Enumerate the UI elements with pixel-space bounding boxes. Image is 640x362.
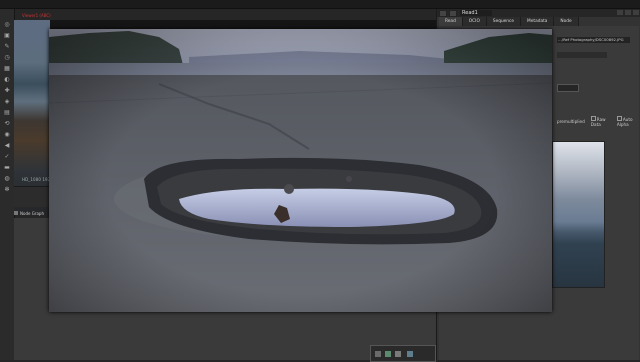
help-icon[interactable] (617, 10, 623, 15)
colorspace-dropdown[interactable] (557, 84, 579, 92)
tab-sequence[interactable]: Sequence (486, 17, 522, 26)
keyer-icon[interactable]: ◈ (3, 98, 11, 105)
minimap-node (385, 351, 391, 357)
channel-icon[interactable]: ▦ (3, 65, 11, 72)
other-icon[interactable]: ◍ (3, 175, 11, 182)
node-graph-minimap[interactable] (370, 345, 436, 362)
pothole-photo (49, 29, 552, 312)
checkbox-box (616, 116, 622, 121)
premultiplied-label: premultiplied (557, 119, 585, 124)
metadata-icon[interactable]: ✓ (3, 153, 11, 160)
premultiplied-checkbox[interactable]: premultiplied (557, 119, 585, 124)
node-toolbar: ◎ ▣ ✎ ◷ ▦ ◐ ✚ ◈ ▤ ⟲ ◉ ◀ ✓ ▬ ◍ ✻ (0, 9, 15, 360)
image-icon[interactable]: ▣ (3, 32, 11, 39)
checkbox-row: premultiplied Raw Data Auto Alpha (557, 116, 639, 127)
menu-bar (0, 0, 640, 9)
minimap-node (395, 351, 401, 357)
particles-icon[interactable]: ✻ (3, 186, 11, 193)
tab-ocio[interactable]: OCIO (462, 17, 487, 26)
field[interactable] (557, 52, 607, 58)
properties-tabs: Read OCIO Sequence Metadata Node (439, 17, 579, 26)
viewer-icon[interactable]: ◀ (3, 142, 11, 149)
viewer-controls[interactable] (14, 186, 50, 207)
viewer-title: Viewer1 (ABC) (22, 13, 51, 18)
tab-icon (14, 211, 18, 215)
checkbox-box (590, 116, 596, 121)
float-icon[interactable] (625, 10, 631, 15)
properties-header: Read1 (437, 9, 640, 17)
thumbnail-preview (552, 141, 605, 288)
raw-data-checkbox[interactable]: Raw Data (590, 116, 611, 127)
node-graph-tab[interactable]: Node Graph (14, 209, 54, 217)
tab-node[interactable]: Node (554, 17, 579, 26)
toolset-icon[interactable]: ▬ (3, 164, 11, 171)
node-graph-tab-label: Node Graph (20, 210, 44, 216)
close-icon[interactable] (633, 10, 639, 15)
auto-alpha-checkbox[interactable]: Auto Alpha (616, 116, 639, 127)
minimap-node (407, 351, 413, 357)
color-icon[interactable]: ◐ (3, 76, 11, 83)
draw-icon[interactable]: ✎ (3, 43, 11, 50)
photo-window (49, 29, 552, 312)
merge-icon[interactable]: ▤ (3, 109, 11, 116)
node-icon (449, 9, 457, 17)
tab-read[interactable]: Read (439, 17, 463, 26)
file-path-field[interactable]: …/Ref Photography/DSC00892.JPG (557, 37, 630, 43)
filter-icon[interactable]: ✚ (3, 87, 11, 94)
3d-icon[interactable]: ◉ (3, 131, 11, 138)
transform-icon[interactable]: ⟲ (3, 120, 11, 127)
minimap-node (375, 351, 381, 357)
node-color-button[interactable] (439, 9, 447, 17)
node-name-field[interactable]: Read1 (460, 10, 492, 16)
viewer-image (14, 20, 50, 214)
pointer-icon[interactable]: ◎ (3, 21, 11, 28)
time-icon[interactable]: ◷ (3, 54, 11, 61)
tab-metadata[interactable]: Metadata (521, 17, 555, 26)
